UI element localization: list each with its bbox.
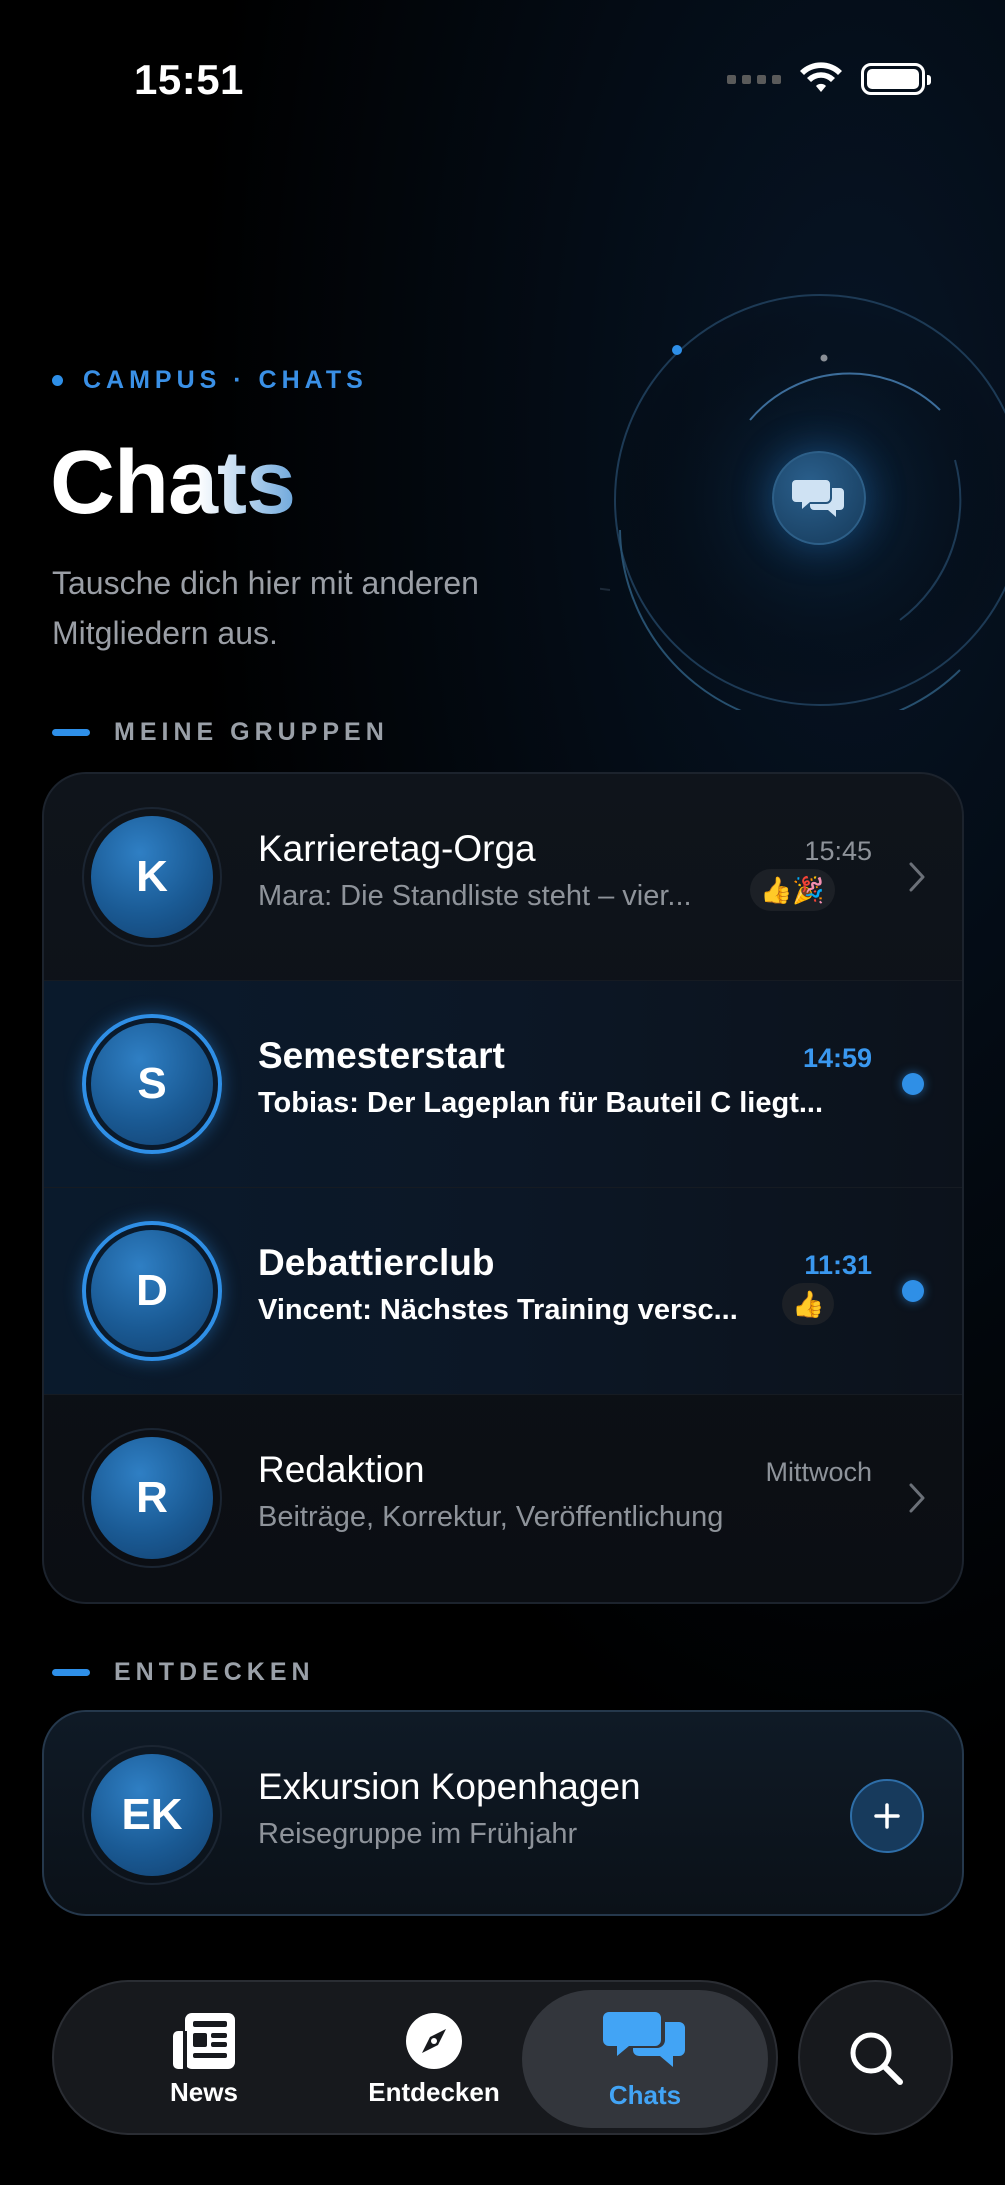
reaction-badge: 👍🎉 <box>750 869 835 911</box>
eyebrow: CAMPUS · CHATS <box>52 366 368 395</box>
status-time: 15:51 <box>134 56 244 103</box>
chat-preview: Tobias: Der Lageplan für Bauteil C liegt… <box>258 1087 824 1119</box>
avatar: R <box>82 1428 222 1568</box>
tab-bar: News Entdecken Chats <box>52 1980 778 2135</box>
avatar: K <box>82 807 222 947</box>
hero-chat-icon <box>772 451 866 545</box>
eyebrow-dot-icon <box>52 375 63 386</box>
chat-time: 15:45 <box>804 836 872 866</box>
group-name: Exkursion Kopenhagen <box>258 1766 641 1807</box>
chat-time: 11:31 <box>804 1250 872 1280</box>
discover-row-exkursion-kopenhagen[interactable]: EK Exkursion Kopenhagen Reisegruppe im F… <box>44 1712 962 1914</box>
page-subtitle: Tausche dich hier mit anderen Mitglieder… <box>52 565 479 651</box>
chat-name: Debattierclub <box>258 1242 495 1283</box>
eyebrow-label: CAMPUS · CHATS <box>83 366 368 394</box>
avatar: EK <box>82 1745 222 1885</box>
discover-card: EK Exkursion Kopenhagen Reisegruppe im F… <box>42 1710 964 1916</box>
tab-label: Entdecken <box>368 2077 500 2107</box>
chat-preview: Beiträge, Korrektur, Veröffentlichung <box>258 1501 724 1533</box>
chat-row-karrieretag-orga[interactable]: K Karrieretag-Orga Mara: Die Standliste … <box>44 774 962 981</box>
compass-icon <box>406 2013 462 2069</box>
chevron-right-icon <box>909 862 925 892</box>
section-header-groups: MEINE GRUPPEN <box>52 718 389 747</box>
avatar-initial: K <box>91 816 213 938</box>
chat-row-semesterstart[interactable]: S Semesterstart Tobias: Der Lageplan für… <box>44 981 962 1188</box>
avatar: S <box>82 1014 222 1154</box>
chat-bubbles-icon <box>603 2011 685 2067</box>
tab-label: News <box>170 2077 238 2107</box>
chat-row-redaktion[interactable]: R Redaktion Beiträge, Korrektur, Veröffe… <box>44 1395 962 1602</box>
search-icon <box>850 2032 903 2085</box>
battery-icon <box>861 63 931 95</box>
groups-card: K Karrieretag-Orga Mara: Die Standliste … <box>42 772 964 1604</box>
wifi-icon <box>800 62 842 92</box>
newspaper-icon <box>173 2013 235 2069</box>
chat-row-debattierclub[interactable]: D Debattierclub Vincent: Nächstes Traini… <box>44 1188 962 1395</box>
unread-dot-icon <box>902 1280 924 1302</box>
group-description: Reisegruppe im Frühjahr <box>258 1818 578 1850</box>
tab-entdecken[interactable]: Entdecken <box>339 1982 529 2137</box>
chat-preview: Mara: Die Standliste steht – vier... <box>258 880 692 912</box>
chat-preview: Vincent: Nächstes Training versc... <box>258 1294 738 1326</box>
chats-screen: 15:51 CAMPUS · CHATS Chats Tausche dich … <box>0 0 1005 2185</box>
search-button[interactable] <box>798 1980 953 2135</box>
status-icons <box>727 62 931 96</box>
section-label: ENTDECKEN <box>114 1658 315 1686</box>
unread-dot-icon <box>902 1073 924 1095</box>
chat-name: Semesterstart <box>258 1035 505 1076</box>
tab-label: Chats <box>608 2079 682 2110</box>
signal-dots-icon <box>727 74 781 84</box>
chat-name: Karrieretag-Orga <box>258 828 536 869</box>
join-group-button[interactable] <box>850 1779 924 1853</box>
page-title: Chats <box>50 433 296 533</box>
section-header-discover: ENTDECKEN <box>52 1658 315 1687</box>
section-accent-bar <box>52 1669 90 1676</box>
chat-bubbles-icon <box>792 480 844 517</box>
avatar-initial: D <box>91 1230 213 1352</box>
tab-chats[interactable]: Chats <box>522 1990 768 2128</box>
avatar-initial: S <box>91 1023 213 1145</box>
chat-time: 14:59 <box>802 1043 872 1073</box>
plus-icon <box>874 1803 900 1829</box>
avatar: D <box>82 1221 222 1361</box>
tab-news[interactable]: News <box>124 1982 284 2137</box>
section-accent-bar <box>52 729 90 736</box>
chat-time: Mittwoch <box>765 1457 872 1487</box>
avatar-initial: EK <box>91 1754 213 1876</box>
reaction-badge: 👍 <box>782 1283 835 1325</box>
chat-name: Redaktion <box>258 1449 425 1490</box>
section-label: MEINE GRUPPEN <box>114 718 389 746</box>
avatar-initial: R <box>91 1437 213 1559</box>
chevron-right-icon <box>909 1483 925 1513</box>
